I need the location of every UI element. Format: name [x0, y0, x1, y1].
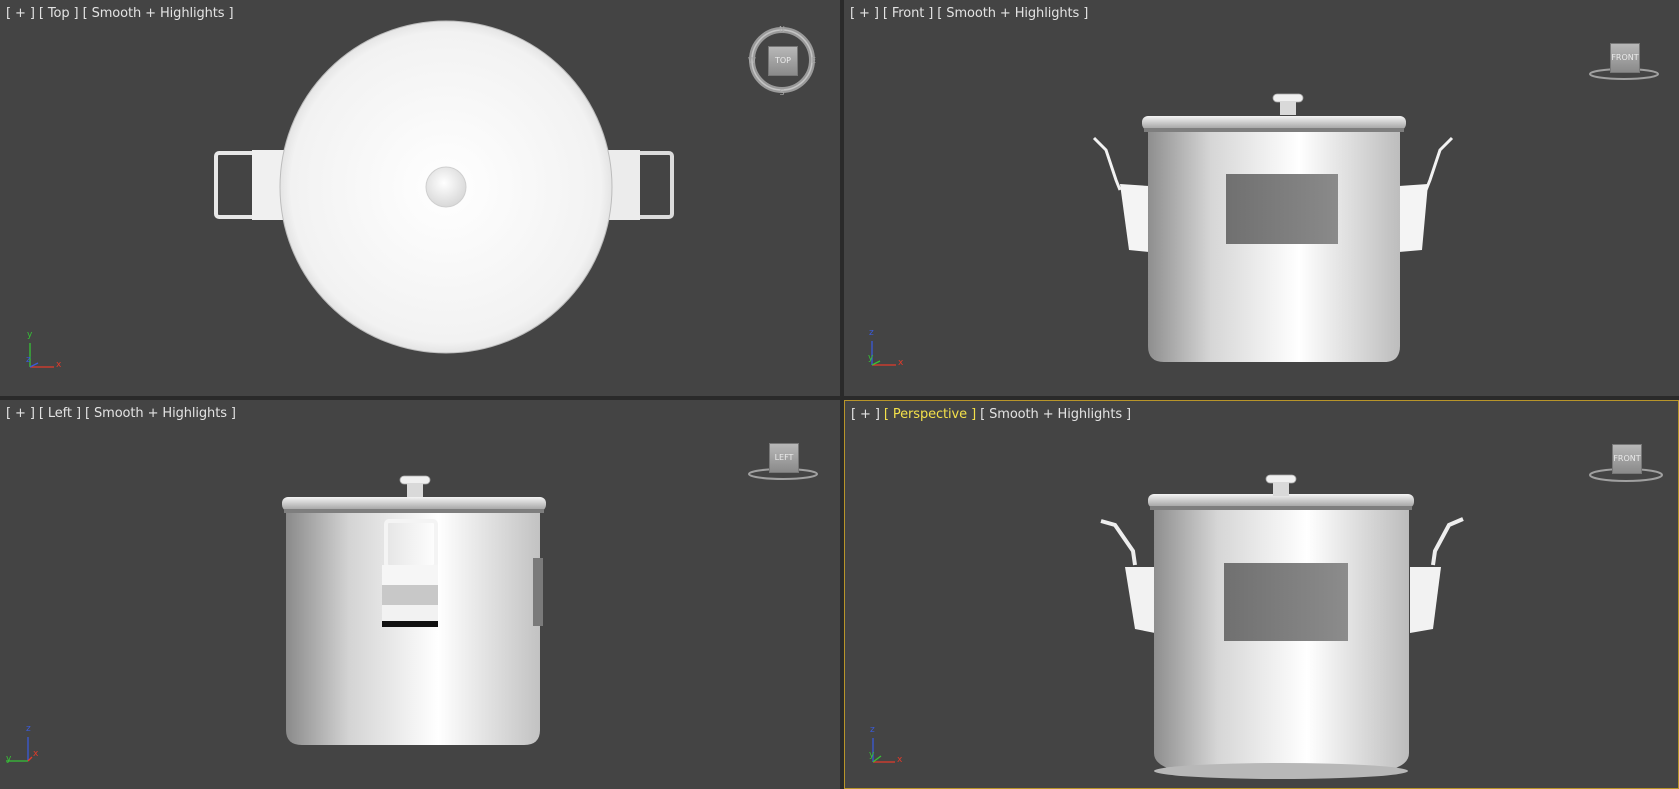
viewcube[interactable]: FRONT — [1587, 441, 1665, 483]
axis-tripod: y x z — [22, 330, 66, 373]
pot-left-view[interactable] — [0, 400, 840, 789]
axis-tripod: z x y — [865, 725, 909, 768]
axis-label-x: x — [33, 749, 39, 759]
axis-label-y: y — [869, 750, 875, 760]
compass-e: E — [811, 56, 816, 65]
axis-label-y: y — [6, 754, 12, 764]
axis-label-z: z — [26, 355, 31, 365]
viewcube-face[interactable]: FRONT — [1610, 43, 1640, 73]
viewport-left[interactable]: [ + ] [ Left ] [ Smooth + Highlights ] L… — [0, 400, 840, 789]
viewport-perspective[interactable]: [ + ] [ Perspective ] [ Smooth + Highlig… — [844, 400, 1679, 789]
axis-label-z: z — [869, 328, 874, 338]
compass-s: S — [779, 88, 784, 96]
axis-label-y: y — [27, 330, 33, 340]
compass-n: N — [779, 25, 785, 34]
viewport-layout: [ + ] [ Top ] [ Smooth + Highlights ] N … — [0, 0, 1679, 789]
axis-label-z: z — [26, 724, 31, 734]
axis-label-x: x — [898, 358, 904, 368]
viewport-top[interactable]: [ + ] [ Top ] [ Smooth + Highlights ] N … — [0, 0, 840, 396]
pot-front-view[interactable] — [844, 0, 1679, 396]
viewcube[interactable]: FRONT — [1587, 40, 1661, 82]
axis-tripod: z y x — [6, 724, 50, 767]
viewcube[interactable]: LEFT — [746, 440, 820, 482]
axis-label-x: x — [897, 755, 903, 765]
viewcube-face[interactable]: LEFT — [769, 443, 799, 473]
compass-w: W — [748, 56, 756, 65]
viewcube-face[interactable]: FRONT — [1612, 444, 1642, 474]
axis-label-y: y — [868, 353, 874, 363]
viewport-front[interactable]: [ + ] [ Front ] [ Smooth + Highlights ] — [844, 0, 1679, 396]
viewcube[interactable]: N E S W TOP — [746, 24, 818, 97]
pot-perspective-view[interactable] — [845, 401, 1679, 789]
pot-top-view[interactable] — [0, 0, 840, 396]
axis-label-z: z — [870, 725, 875, 735]
axis-tripod: z x y — [864, 328, 908, 371]
axis-label-x: x — [56, 360, 62, 370]
viewcube-face[interactable]: TOP — [768, 46, 798, 76]
